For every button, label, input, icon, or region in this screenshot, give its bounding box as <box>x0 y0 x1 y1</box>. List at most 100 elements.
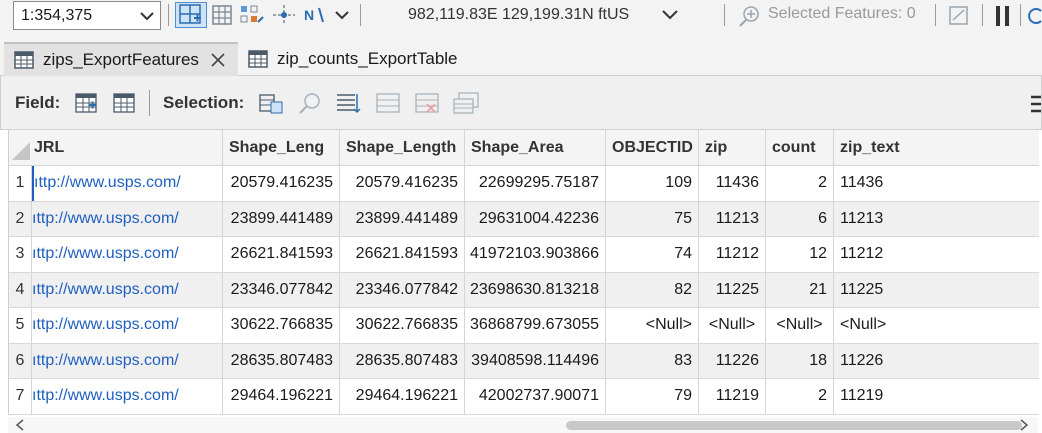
shape-area-cell[interactable]: 41972103.903866 <box>465 237 606 272</box>
row-number[interactable]: 2 <box>9 201 32 236</box>
snapping-tool-button[interactable] <box>238 2 266 28</box>
url-cell[interactable]: ıttp://www.usps.com/ <box>32 379 223 414</box>
column-header-shape-length[interactable]: Shape_Length <box>340 130 465 165</box>
url-cell[interactable]: ıttp://www.usps.com/ <box>32 343 223 378</box>
pause-drawing-icon[interactable] <box>994 5 1012 27</box>
row-number[interactable]: 4 <box>9 272 32 307</box>
objectid-cell[interactable]: 79 <box>606 379 699 414</box>
row-number[interactable]: 6 <box>9 343 32 378</box>
count-cell[interactable]: 21 <box>766 272 834 307</box>
menu-icon[interactable] <box>1031 94 1041 114</box>
column-header-url[interactable]: JRL <box>9 130 223 165</box>
column-header-shape-leng[interactable]: Shape_Leng <box>223 130 340 165</box>
count-cell[interactable]: 18 <box>766 343 834 378</box>
scroll-left-icon[interactable] <box>16 419 24 431</box>
horizontal-scrollbar[interactable] <box>8 417 1038 433</box>
more-tools-dropdown[interactable] <box>333 2 351 28</box>
row-number[interactable]: 5 <box>9 308 32 343</box>
row-number[interactable]: 1 <box>9 166 32 201</box>
refresh-icon[interactable] <box>1028 5 1042 27</box>
zip-text-cell[interactable]: 11213 <box>834 202 1039 237</box>
url-cell[interactable]: ıttp://www.usps.com/ <box>32 201 223 236</box>
url-cell[interactable]: ıttp://www.usps.com/ <box>32 308 223 343</box>
shape-length-cell[interactable]: 23899.441489 <box>340 201 465 236</box>
zip-cell[interactable]: 11219 <box>699 379 766 414</box>
grid-snap-tool-button[interactable] <box>175 2 207 28</box>
table-row[interactable]: 3 ıttp://www.usps.com/ 26621.841593 2662… <box>9 237 1039 273</box>
table-row[interactable]: 6 ıttp://www.usps.com/ 28635.807483 2863… <box>9 343 1039 379</box>
constraints-tool-button[interactable] <box>270 2 298 28</box>
count-cell[interactable]: 2 <box>766 166 834 201</box>
objectid-cell[interactable]: 74 <box>606 237 699 272</box>
count-cell[interactable]: <Null> <box>766 308 834 343</box>
shape-leng-cell[interactable]: 26621.841593 <box>223 237 340 272</box>
zip-text-cell[interactable]: 11225 <box>834 273 1039 308</box>
objectid-cell[interactable]: 82 <box>606 272 699 307</box>
zip-cell[interactable]: 11436 <box>699 166 766 201</box>
row-number[interactable]: 7 <box>9 379 32 414</box>
shape-leng-cell[interactable]: 20579.416235 <box>223 166 340 201</box>
count-cell[interactable]: 12 <box>766 237 834 272</box>
column-header-zip[interactable]: zip <box>699 130 766 165</box>
column-header-count[interactable]: count <box>766 130 834 165</box>
zoom-to-selection-icon[interactable] <box>738 5 762 27</box>
shape-area-cell[interactable]: 22699295.75187 <box>465 166 606 201</box>
delete-selected-button[interactable] <box>414 90 440 116</box>
add-field-button[interactable] <box>73 90 99 116</box>
calculate-field-button[interactable] <box>111 90 137 116</box>
clear-selection-button[interactable] <box>375 90 401 116</box>
column-header-zip-text[interactable]: zip_text <box>834 130 1039 165</box>
chevron-down-icon[interactable] <box>662 10 678 20</box>
shape-area-cell[interactable]: 29631004.42236 <box>465 201 606 236</box>
shape-leng-cell[interactable]: 23346.077842 <box>223 272 340 307</box>
shape-area-cell[interactable]: 39408598.114496 <box>465 343 606 378</box>
column-header-objectid[interactable]: OBJECTID <box>606 130 699 165</box>
scale-dropdown[interactable]: 1:354,375 <box>13 1 161 30</box>
zip-cell[interactable]: 11213 <box>699 201 766 236</box>
shape-area-cell[interactable]: 36868799.673055 <box>465 308 606 343</box>
scroll-right-icon[interactable] <box>1020 419 1028 431</box>
zip-cell[interactable]: <Null> <box>699 308 766 343</box>
objectid-cell[interactable]: <Null> <box>606 308 699 343</box>
select-all-corner-icon[interactable] <box>12 142 30 160</box>
close-icon[interactable] <box>211 53 225 67</box>
row-number[interactable]: 3 <box>9 237 32 272</box>
zip-text-cell[interactable]: 11219 <box>834 379 1039 414</box>
north-arrow-tool-button[interactable]: N <box>302 2 326 28</box>
objectid-cell[interactable]: 83 <box>606 343 699 378</box>
url-cell[interactable]: ıttp://www.usps.com/ <box>32 237 223 272</box>
url-cell[interactable]: ıttp://www.usps.com/ <box>32 272 223 307</box>
shape-length-cell[interactable]: 28635.807483 <box>340 343 465 378</box>
shape-leng-cell[interactable]: 29464.196221 <box>223 379 340 414</box>
shape-length-cell[interactable]: 26621.841593 <box>340 237 465 272</box>
switch-selection-button[interactable] <box>336 90 362 116</box>
table-row[interactable]: 4 ıttp://www.usps.com/ 23346.077842 2334… <box>9 272 1039 308</box>
objectid-cell[interactable]: 75 <box>606 201 699 236</box>
scrollbar-thumb[interactable] <box>566 421 1022 430</box>
zip-cell[interactable]: 11226 <box>699 343 766 378</box>
copy-selected-button[interactable] <box>453 90 479 116</box>
zip-text-cell[interactable]: 11226 <box>834 344 1039 379</box>
count-cell[interactable]: 6 <box>766 201 834 236</box>
url-cell[interactable]: ıttp://www.usps.com/ <box>32 166 223 201</box>
zoom-to-selected-button[interactable] <box>297 90 323 116</box>
tab-zip-counts-exporttable[interactable]: zip_counts_ExportTable <box>238 42 478 76</box>
clear-selection-icon[interactable] <box>948 5 970 27</box>
shape-length-cell[interactable]: 29464.196221 <box>340 379 465 414</box>
table-row[interactable]: 7 ıttp://www.usps.com/ 29464.196221 2946… <box>9 379 1039 415</box>
shape-leng-cell[interactable]: 23899.441489 <box>223 201 340 236</box>
zip-text-cell[interactable]: 11436 <box>834 166 1039 201</box>
zip-text-cell[interactable]: <Null> <box>834 308 1039 343</box>
tab-zips-exportfeatures[interactable]: zips_ExportFeatures <box>4 42 238 76</box>
shape-length-cell[interactable]: 30622.766835 <box>340 308 465 343</box>
shape-area-cell[interactable]: 23698630.813218 <box>465 272 606 307</box>
objectid-cell[interactable]: 109 <box>606 166 699 201</box>
shape-length-cell[interactable]: 23346.077842 <box>340 272 465 307</box>
shape-area-cell[interactable]: 42002737.90071 <box>465 379 606 414</box>
zip-cell[interactable]: 11225 <box>699 272 766 307</box>
shape-leng-cell[interactable]: 30622.766835 <box>223 308 340 343</box>
select-by-attributes-button[interactable] <box>258 90 284 116</box>
grid-tool-button[interactable] <box>210 2 234 28</box>
shape-length-cell[interactable]: 20579.416235 <box>340 166 465 201</box>
shape-leng-cell[interactable]: 28635.807483 <box>223 343 340 378</box>
